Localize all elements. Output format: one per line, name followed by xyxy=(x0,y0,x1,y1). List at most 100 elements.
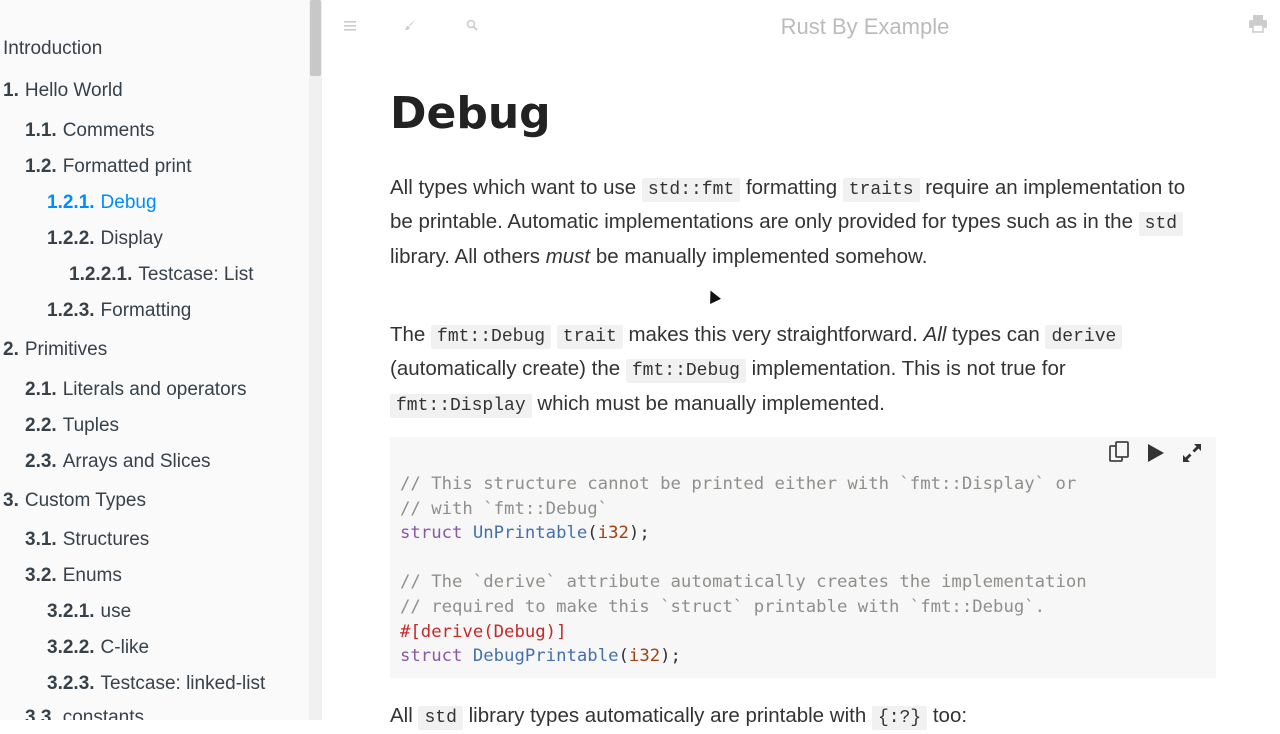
sidebar-item-label: Testcase: linked-list xyxy=(100,673,266,694)
sidebar-item-label: C-like xyxy=(100,637,150,658)
code-keyword: struct xyxy=(400,646,463,667)
inline-code: trait xyxy=(556,325,623,349)
sidebar-item-label: Literals and operators xyxy=(62,379,247,400)
brush-icon[interactable] xyxy=(400,16,420,36)
code-block: // This structure cannot be printed eith… xyxy=(390,437,1216,678)
content-heading: Debug xyxy=(390,88,551,139)
text: The xyxy=(390,323,432,346)
sidebar-item-use[interactable]: 3.2.1. use xyxy=(47,601,131,623)
paragraph-derive: The fmt::Debug trait makes this very str… xyxy=(390,319,1210,422)
sidebar-item-enums[interactable]: 3.2. Enums xyxy=(25,565,122,587)
sidebar-item-number: 1.2.3. xyxy=(47,300,95,321)
sidebar-item-label: Comments xyxy=(62,120,155,141)
sidebar-item-label: use xyxy=(100,601,132,622)
sidebar-item-number: 1.2. xyxy=(25,156,57,177)
sidebar-item-linked-list[interactable]: 3.2.3. Testcase: linked-list xyxy=(47,673,265,695)
sidebar-item-custom-types[interactable]: 3. Custom Types xyxy=(3,490,146,512)
code-comment: // required to make this `struct` printa… xyxy=(400,596,1046,617)
code-attribute: #[derive(Debug)] xyxy=(400,621,567,642)
sidebar-item-formatting[interactable]: 1.2.3. Formatting xyxy=(47,300,191,322)
search-icon[interactable] xyxy=(462,16,482,36)
mouse-cursor xyxy=(705,288,721,304)
code-primitive: i32 xyxy=(628,646,661,667)
page-title: Rust By Example xyxy=(780,14,950,39)
sidebar-item-formatted-print[interactable]: 1.2. Formatted print xyxy=(25,156,192,178)
text: (automatically create) the xyxy=(390,357,626,381)
sidebar-item-number: 3.2.3. xyxy=(47,673,95,694)
code-punct: ( xyxy=(587,523,598,544)
sidebar-item-label: Introduction xyxy=(3,38,103,59)
sidebar-item-label: Display xyxy=(100,228,163,249)
text: library. All others xyxy=(390,244,546,268)
sidebar-item-number: 3.2.2. xyxy=(47,637,95,658)
text: library types automatically are printabl… xyxy=(462,704,872,727)
sidebar-item-structures[interactable]: 3.1. Structures xyxy=(25,529,149,551)
sidebar-scroll-thumb[interactable] xyxy=(310,0,321,76)
sidebar-item-number: 1.2.1. xyxy=(47,192,95,213)
paragraph-printable: All std library types automatically are … xyxy=(390,700,1210,734)
sidebar-item-number: 2.2. xyxy=(25,415,57,436)
sidebar-item-number: 3.2.1. xyxy=(47,601,95,622)
code-toolbar xyxy=(1101,441,1206,471)
inline-code: derive xyxy=(1045,325,1123,349)
sidebar-item-debug[interactable]: 1.2.1. Debug xyxy=(47,192,157,214)
sidebar-item-arrays-slices[interactable]: 2.3. Arrays and Slices xyxy=(25,451,211,473)
play-icon[interactable] xyxy=(1142,443,1170,471)
sidebar-item-label: constants xyxy=(62,707,145,720)
code-punct: ( xyxy=(618,646,629,667)
menu-icon[interactable] xyxy=(340,16,360,36)
sidebar-item-hello-world[interactable]: 1. Hello World xyxy=(3,80,123,102)
sidebar-item-label: Debug xyxy=(100,192,157,213)
sidebar-item-number: 1. xyxy=(3,80,19,101)
sidebar-item-constants[interactable]: 3.3. constants xyxy=(25,707,144,720)
sidebar-item-number: 1.2.2. xyxy=(47,228,95,249)
sidebar-item-c-like[interactable]: 3.2.2. C-like xyxy=(47,637,149,659)
code-punct: ); xyxy=(628,523,650,544)
code-primitive: i32 xyxy=(597,523,629,544)
text: All xyxy=(390,704,419,727)
inline-code: std xyxy=(418,706,463,730)
sidebar-item-label: Formatting xyxy=(100,300,192,321)
code-listing: // This structure cannot be printed eith… xyxy=(400,472,1087,669)
text: implementation. This is not true for xyxy=(745,357,1066,381)
emphasis: All xyxy=(923,323,947,346)
sidebar-item-introduction[interactable]: Introduction xyxy=(3,38,102,60)
sidebar-item-number: 2.3. xyxy=(25,451,57,472)
text: makes this very straightforward. xyxy=(622,323,924,346)
text: All types which want to use xyxy=(390,176,642,199)
sidebar-item-label: Enums xyxy=(62,565,122,586)
copy-icon[interactable] xyxy=(1105,441,1133,469)
inline-code: std::fmt xyxy=(641,178,741,202)
code-comment: // with `fmt::Debug` xyxy=(400,498,609,519)
sidebar-item-display[interactable]: 1.2.2. Display xyxy=(47,228,163,250)
inline-code: fmt::Debug xyxy=(625,359,746,384)
code-keyword: struct xyxy=(400,523,463,544)
emphasis: must xyxy=(545,244,591,268)
inline-code: fmt::Display xyxy=(390,393,532,418)
sidebar-item-literals[interactable]: 2.1. Literals and operators xyxy=(25,379,246,401)
sidebar-item-number: 3. xyxy=(3,490,19,511)
sidebar-item-label: Hello World xyxy=(24,80,123,101)
paragraph-intro: All types which want to use std::fmt for… xyxy=(390,172,1210,272)
sidebar-item-number: 2.1. xyxy=(25,379,57,400)
code-type-name: DebugPrintable xyxy=(472,646,619,667)
sidebar-item-number: 3.3. xyxy=(25,707,57,720)
sidebar-item-label: Custom Types xyxy=(24,490,146,511)
print-icon[interactable] xyxy=(1246,15,1270,35)
sidebar-item-number: 1.1. xyxy=(25,120,57,141)
inline-code: {:?} xyxy=(871,706,928,730)
expand-icon[interactable] xyxy=(1178,443,1206,471)
sidebar-item-label: Arrays and Slices xyxy=(62,451,211,472)
text: be manually implemented somehow. xyxy=(590,244,928,268)
sidebar-item-label: Tuples xyxy=(62,415,120,436)
sidebar-item-primitives[interactable]: 2. Primitives xyxy=(3,339,107,361)
sidebar-item-comments[interactable]: 1.1. Comments xyxy=(25,120,155,142)
sidebar-scrollbar[interactable] xyxy=(309,0,322,720)
text: too: xyxy=(927,704,968,727)
sidebar-item-tuples[interactable]: 2.2. Tuples xyxy=(25,415,119,437)
sidebar: Introduction 1. Hello World 1.1. Comments … xyxy=(0,0,322,720)
sidebar-item-testcase-list[interactable]: 1.2.2.1. Testcase: List xyxy=(69,264,254,286)
inline-code: traits xyxy=(842,178,920,202)
sidebar-item-label: Primitives xyxy=(24,339,108,360)
code-comment: // This structure cannot be printed eith… xyxy=(400,474,1077,494)
